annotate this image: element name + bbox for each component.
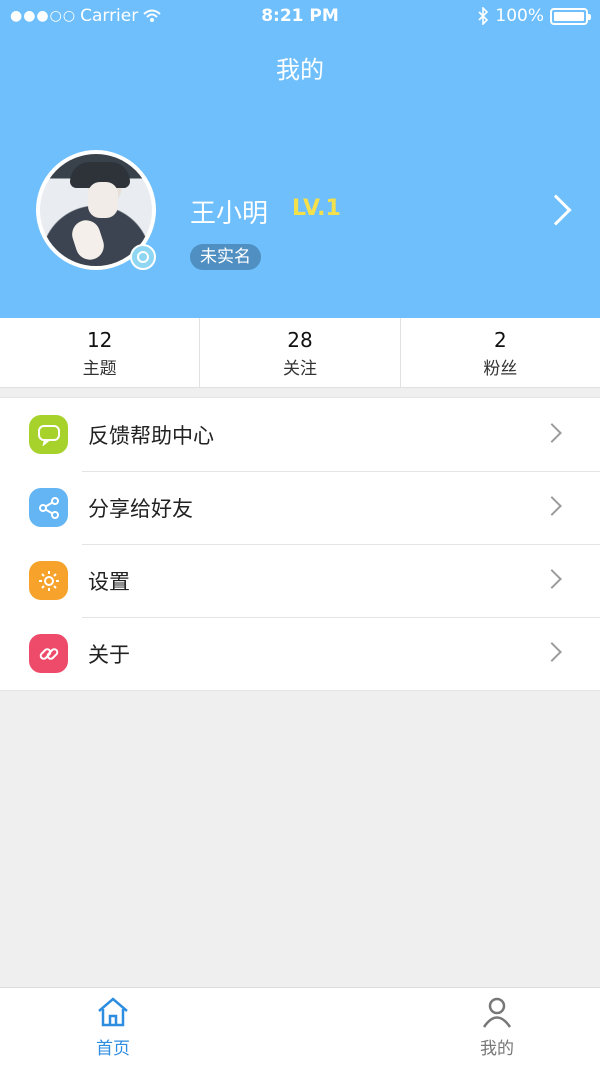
stat-followers[interactable]: 2 粉丝	[399, 318, 600, 387]
chevron-right-icon	[542, 496, 562, 516]
menu-item-label: 反馈帮助中心	[88, 424, 214, 448]
bluetooth-icon	[478, 7, 489, 25]
battery-percent: 100%	[495, 6, 544, 26]
stat-label: 主题	[82, 359, 117, 379]
chevron-right-icon	[542, 423, 562, 443]
link-icon	[29, 634, 68, 673]
stat-label: 关注	[282, 359, 317, 379]
chevron-right-icon	[542, 642, 562, 662]
chevron-right-icon	[542, 569, 562, 589]
menu-item-label: 关于	[88, 643, 130, 667]
username: 王小明	[190, 199, 269, 229]
stat-value: 28	[287, 328, 313, 352]
tab-mine[interactable]: 我的	[457, 996, 537, 1059]
gender-badge-icon	[130, 244, 156, 270]
page-title: 我的	[276, 56, 324, 84]
profile-chevron-icon[interactable]	[540, 194, 572, 226]
settings-menu: 反馈帮助中心 分享给好友 设置 关于	[0, 397, 600, 691]
avatar-face	[88, 182, 118, 218]
avatar-hand	[68, 216, 108, 264]
profile-header: ●●●○○ Carrier 8:21 PM 100% 我的 王小明 LV.1 未…	[0, 0, 600, 318]
stat-following[interactable]: 28 关注	[199, 318, 399, 387]
stat-value: 2	[493, 328, 507, 352]
menu-item-share[interactable]: 分享给好友	[0, 471, 600, 544]
stats-bar: 12 主题 28 关注 2 粉丝	[0, 318, 600, 388]
menu-item-about[interactable]: 关于	[0, 617, 600, 690]
level-badge: LV.1	[292, 196, 341, 221]
battery-icon	[550, 7, 591, 25]
tab-home[interactable]: 首页	[73, 996, 153, 1059]
tab-label: 首页	[96, 1039, 130, 1059]
tab-label: 我的	[480, 1039, 514, 1059]
person-icon	[482, 997, 512, 1028]
gear-icon	[29, 561, 68, 600]
stat-value: 12	[86, 328, 113, 352]
menu-item-settings[interactable]: 设置	[0, 544, 600, 617]
verification-status-badge[interactable]: 未实名	[190, 244, 261, 270]
menu-item-label: 设置	[88, 570, 130, 594]
battery-info: 100%	[477, 6, 591, 26]
stat-label: 粉丝	[483, 359, 518, 379]
menu-item-feedback-help[interactable]: 反馈帮助中心	[0, 398, 600, 471]
share-icon	[29, 488, 68, 527]
tab-bar: 首页 我的	[0, 987, 600, 1067]
menu-item-label: 分享给好友	[88, 497, 193, 521]
status-bar: ●●●○○ Carrier 8:21 PM 100%	[0, 0, 600, 34]
home-icon	[98, 997, 128, 1027]
chat-bubble-icon	[29, 415, 68, 454]
stat-topics[interactable]: 12 主题	[0, 318, 199, 387]
